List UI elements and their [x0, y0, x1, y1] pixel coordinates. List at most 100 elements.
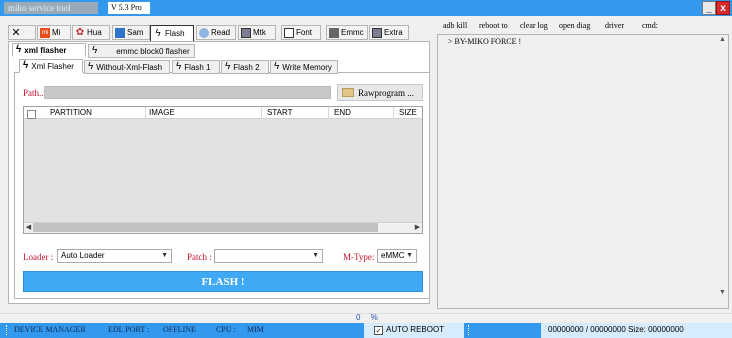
adb-kill-button[interactable]: adb kill	[443, 21, 467, 30]
bolt-icon: ϟ	[225, 61, 231, 72]
cpu-value: MIM	[247, 325, 264, 334]
tab-emmc-label: Emmc	[341, 28, 364, 37]
tab-mi[interactable]: mi Mi	[37, 25, 71, 40]
tab-flash-2-label: Flash 2	[233, 62, 260, 72]
edl-port-value: OFFLINE	[163, 325, 196, 334]
huawei-icon: ✿	[75, 26, 85, 38]
bolt-icon: ϟ	[176, 61, 182, 72]
transfer-size: Size: 00000000	[628, 325, 684, 334]
auto-reboot-label[interactable]: AUTO REBOOT	[386, 325, 444, 334]
scroll-up-icon[interactable]: ▲	[717, 35, 728, 45]
column-divider	[145, 107, 146, 119]
tab-mtk[interactable]: Mtk	[238, 25, 276, 40]
tab-hua[interactable]: ✿ Hua	[72, 25, 110, 40]
bolt-icon: ϟ	[274, 61, 280, 72]
progress-unit: %	[370, 313, 378, 322]
rawprogram-button-label: Rawprogram ...	[358, 87, 414, 98]
tab-without-xml[interactable]: ϟ Without-Xml-Flash	[84, 60, 170, 74]
tools-icon: ✕	[11, 26, 21, 39]
mtype-select-value: eMMC	[381, 251, 405, 260]
tab-xml-flasher-inner[interactable]: ϟ Xml Flasher	[19, 59, 83, 73]
scroll-right-icon[interactable]: ▶	[413, 222, 422, 233]
tab-font[interactable]: Font	[281, 25, 321, 40]
path-label: Path..	[23, 88, 44, 98]
tab-flash-1-label: Flash 1	[184, 62, 211, 72]
scroll-down-icon[interactable]: ▼	[717, 288, 728, 298]
read-icon	[199, 27, 209, 38]
tab-without-xml-label: Without-Xml-Flash	[96, 62, 163, 72]
bolt-icon: ϟ	[16, 44, 22, 55]
tab-extra-label: Extra	[384, 28, 403, 37]
patch-select[interactable]: ▼	[214, 249, 323, 263]
status-grip	[468, 325, 471, 335]
status-grip	[6, 325, 9, 335]
tab-emmc[interactable]: Emmc	[326, 25, 368, 40]
column-divider	[328, 107, 329, 119]
column-partition[interactable]: PARTITION	[50, 108, 92, 117]
log-line: > BY-MIKO FORCE !	[448, 37, 522, 46]
transfer-counter: 00000000 / 00000000 Size: 00000000	[548, 325, 684, 334]
patch-label: Patch :	[187, 252, 212, 262]
tab-sam-label: Sam	[127, 28, 144, 37]
tab-tools[interactable]: ✕	[8, 25, 36, 40]
bolt-icon: ϟ	[92, 45, 98, 56]
minimize-button[interactable]: _	[702, 1, 716, 15]
column-start[interactable]: START	[267, 108, 292, 117]
tab-flash[interactable]: ϟ Flash	[150, 25, 194, 41]
partition-table[interactable]	[23, 106, 423, 234]
chevron-down-icon: ▼	[406, 250, 413, 262]
tab-flash-2[interactable]: ϟ Flash 2	[221, 60, 269, 74]
tab-emmc-block0-label: emmc block0 flasher	[116, 46, 190, 56]
tab-hua-label: Hua	[87, 28, 102, 37]
document-icon	[284, 27, 294, 38]
cmd-label[interactable]: cmd:	[642, 21, 658, 30]
mtype-label: M-Type:	[343, 252, 375, 262]
flash-button[interactable]: FLASH !	[23, 271, 423, 292]
column-image[interactable]: IMAGE	[149, 108, 175, 117]
close-button[interactable]: x	[716, 1, 730, 15]
clear-log-button[interactable]: clear log	[520, 21, 548, 30]
tab-xml-flasher[interactable]: ϟ xml flasher	[12, 43, 86, 57]
tab-font-label: Font	[296, 28, 313, 37]
device-manager-label[interactable]: DEVICE MANAGER	[14, 325, 86, 334]
reboot-to-button[interactable]: reboot to	[479, 21, 508, 30]
column-end[interactable]: END	[334, 108, 351, 117]
column-divider	[261, 107, 262, 119]
driver-button[interactable]: driver	[605, 21, 624, 30]
tab-emmc-block0[interactable]: ϟ emmc block0 flasher	[88, 44, 195, 58]
samsung-icon	[115, 27, 125, 38]
path-input[interactable]	[44, 86, 331, 99]
scroll-left-icon[interactable]: ◀	[24, 222, 33, 233]
edl-port-label: EDL PORT :	[108, 325, 150, 334]
tab-xml-flasher-label: xml flasher	[24, 45, 67, 55]
emmc-icon	[329, 27, 339, 38]
tab-read[interactable]: Read	[196, 25, 236, 40]
bolt-icon: ϟ	[88, 61, 94, 72]
column-size[interactable]: SIZE	[399, 108, 417, 117]
rawprogram-button[interactable]: Rawprogram ...	[337, 84, 423, 101]
log-output[interactable]	[437, 34, 729, 309]
tab-flash-1[interactable]: ϟ Flash 1	[172, 60, 220, 74]
app-title: miko service tool	[4, 2, 98, 14]
mtype-select[interactable]: eMMC ▼	[377, 249, 417, 263]
progress-text: 0 %	[356, 313, 378, 322]
tab-mi-label: Mi	[52, 28, 61, 37]
tab-write-memory[interactable]: ϟ Write Memory	[270, 60, 338, 74]
extra-icon	[372, 27, 382, 38]
tab-extra[interactable]: Extra	[369, 25, 409, 40]
loader-label: Loader :	[23, 252, 54, 262]
auto-reboot-checkbox[interactable]: ✓	[374, 326, 383, 335]
tab-xml-flasher-inner-label: Xml Flasher	[31, 61, 74, 71]
select-all-checkbox[interactable]	[27, 110, 36, 119]
transfer-counter-value: 00000000 / 00000000	[548, 325, 626, 334]
chip-icon	[241, 27, 251, 38]
tab-flash-label: Flash	[165, 29, 185, 38]
scrollbar-thumb[interactable]	[33, 223, 378, 232]
tab-sam[interactable]: Sam	[112, 25, 150, 40]
bolt-icon: ϟ	[23, 60, 29, 71]
tab-mtk-label: Mtk	[253, 28, 266, 37]
xiaomi-icon: mi	[40, 27, 50, 38]
loader-select[interactable]: Auto Loader ▼	[57, 249, 172, 263]
open-diag-button[interactable]: open diag	[559, 21, 590, 30]
chevron-down-icon: ▼	[312, 252, 319, 259]
